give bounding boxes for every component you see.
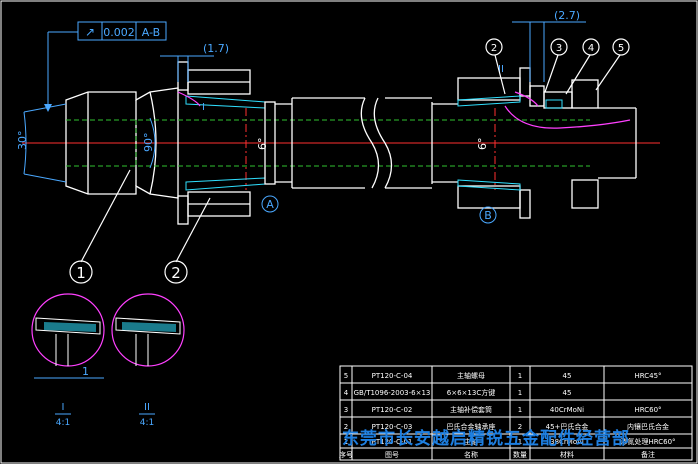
angle-6-right: 6° [476, 138, 489, 151]
bom-no: 5 [344, 372, 348, 380]
detail-view-ii [111, 293, 185, 367]
angle-6-left: 6° [256, 138, 269, 151]
runout-symbol-icon: ↗ [85, 25, 95, 39]
bom-material: 40CrMoNi [550, 406, 584, 414]
detail-i-label: I [62, 402, 65, 413]
bom-note: HRC45° [634, 372, 661, 380]
datum-b: B [484, 209, 492, 222]
detail-view-i [31, 293, 105, 379]
callout-5: 5 [618, 43, 624, 54]
callout-1: 1 [76, 264, 86, 282]
bom-material: 45 [563, 389, 572, 397]
bom-name: 主轴补偿套筒 [450, 405, 492, 414]
detail-ii-scale: 4:1 [140, 418, 154, 428]
tolerance-value: 0.002 [103, 26, 135, 39]
bom-no: 4 [344, 389, 349, 397]
drawing-canvas: ↗ 0.002 A-B (1.7) (2.7) 30° 90° 6° 6° A … [0, 0, 698, 464]
callout-4: 4 [588, 43, 594, 54]
dim-2-7: (2.7) [554, 9, 580, 22]
tolerance-datum: A-B [142, 26, 160, 39]
bom-note: HRC60° [634, 406, 661, 414]
bom-header-qty: 数量 [513, 450, 527, 459]
watermark: 东莞市长安越启精锐五金配件经营部 [342, 429, 630, 449]
bom-qty: 1 [518, 389, 522, 397]
mechanical-drawing: ↗ 0.002 A-B (1.7) (2.7) 30° 90° 6° 6° A … [0, 0, 698, 464]
bom-name: 6×6×13C方键 [447, 388, 495, 397]
callout-leaders [69, 38, 630, 284]
bom-code: GB/T1096-2003-6×13 [354, 389, 431, 397]
marker-i: I [202, 102, 205, 113]
datum-a: A [266, 198, 274, 211]
dim-1-7: (1.7) [203, 42, 229, 55]
bom-material: 45 [563, 372, 572, 380]
bom-header-name: 名称 [464, 450, 478, 459]
detail-ii-label: II [144, 402, 150, 413]
callout-2-right: 2 [491, 43, 497, 54]
bom-code: PT120-C-02 [372, 406, 413, 414]
bom-header-material: 材料 [560, 450, 574, 459]
callout-3: 3 [556, 43, 562, 54]
detail-i-scale: 4:1 [56, 418, 70, 428]
bom-header-note: 备注 [641, 450, 655, 459]
bom-qty: 1 [518, 372, 522, 380]
bom-no: 3 [344, 406, 348, 414]
bom-header-code: 图号 [385, 451, 399, 459]
callout-2: 2 [171, 264, 181, 282]
bom-qty: 1 [518, 406, 522, 414]
bom-name: 主轴螺母 [457, 371, 485, 380]
angle-30: 30° [16, 131, 29, 151]
drawing-border [0, 0, 698, 464]
bom-code: PT120-C-04 [372, 372, 413, 380]
detail-ii-circle [514, 91, 539, 107]
section-break-line [504, 105, 631, 129]
bom-header-no: 序号 [339, 450, 353, 459]
angle-90: 90° [142, 133, 155, 153]
detail-dim-1: 1 [82, 365, 89, 378]
